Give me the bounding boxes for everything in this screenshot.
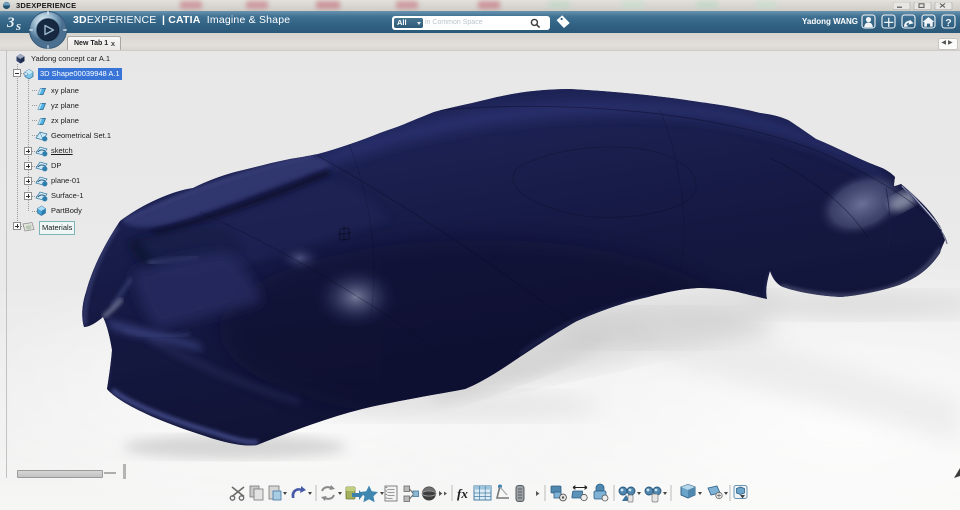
svg-text:3: 3 xyxy=(7,15,15,31)
svg-text:s: s xyxy=(15,18,21,31)
svg-text:?: ? xyxy=(945,17,951,29)
svg-text:fx: fx xyxy=(457,486,468,501)
